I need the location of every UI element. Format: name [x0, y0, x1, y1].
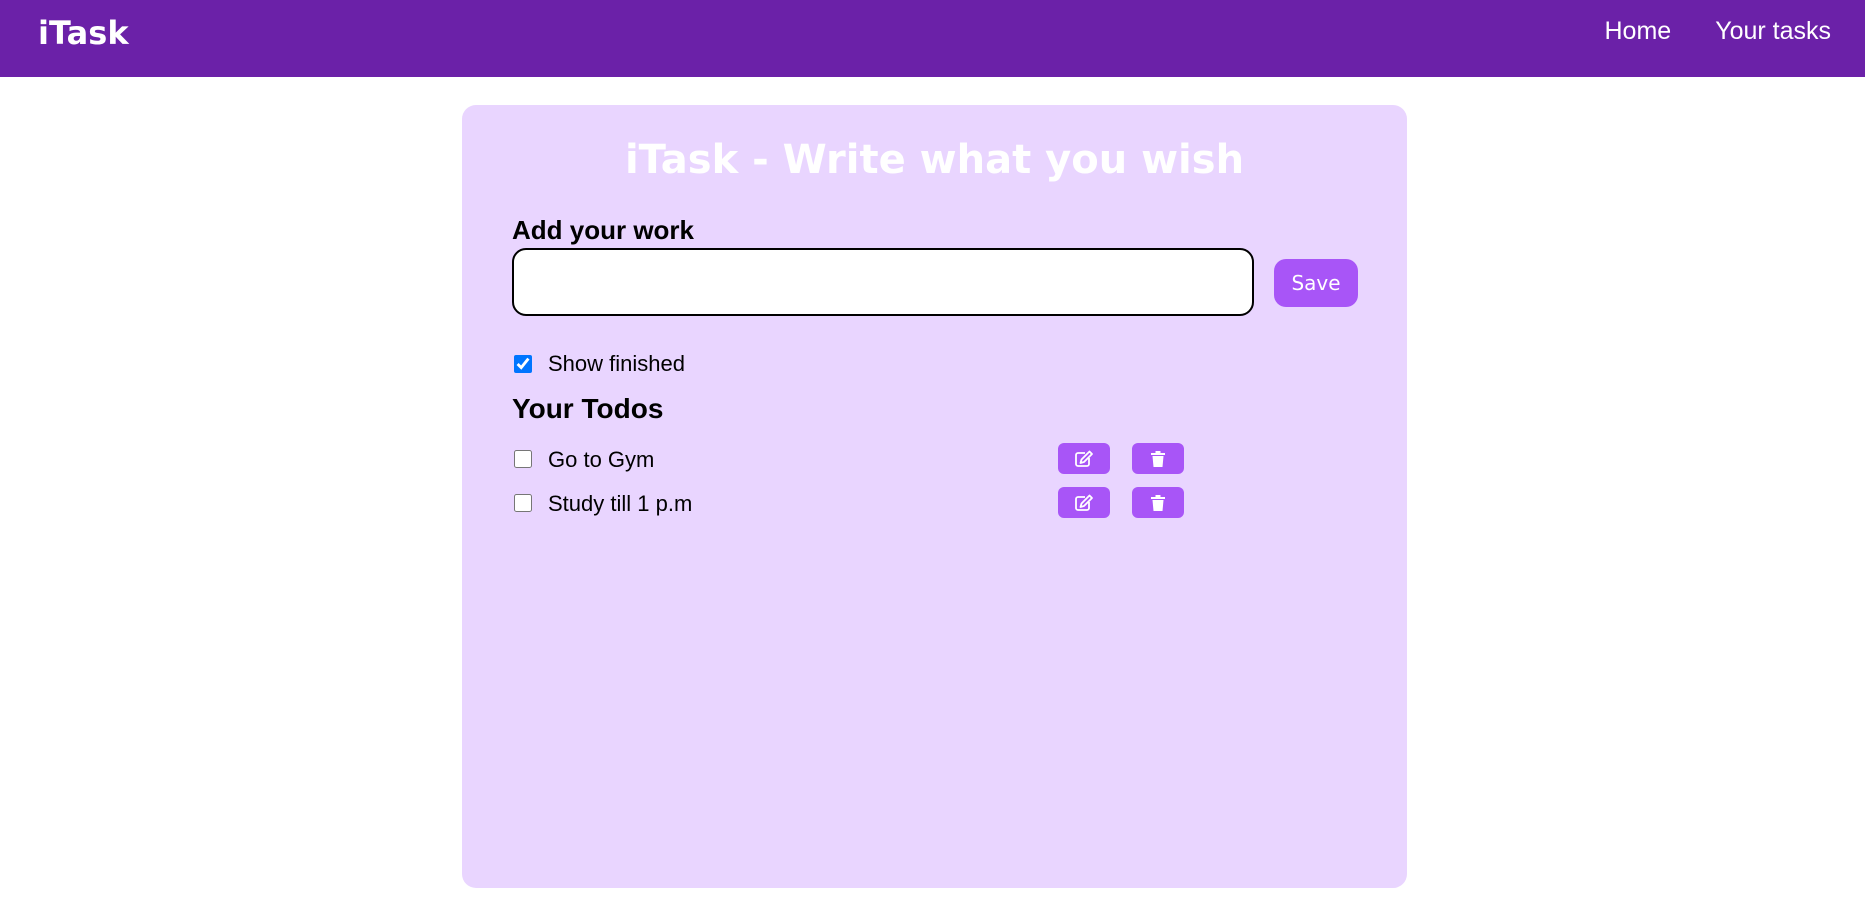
todos-heading: Your Todos — [512, 393, 664, 424]
todo-text: Go to Gym — [548, 447, 655, 472]
edit-button[interactable] — [1058, 487, 1110, 518]
show-finished-toggle: Show finished — [512, 351, 685, 377]
nav-link-your-tasks[interactable]: Your tasks — [1715, 17, 1831, 46]
show-finished-checkbox[interactable] — [514, 355, 532, 373]
todo-card: iTask - Write what you wish Add your wor… — [462, 105, 1407, 888]
brand-logo[interactable]: iTask — [38, 14, 129, 52]
delete-button[interactable] — [1132, 487, 1184, 518]
delete-button[interactable] — [1132, 443, 1184, 474]
todo-checkbox[interactable] — [514, 494, 532, 512]
nav-link-home[interactable]: Home — [1605, 17, 1672, 46]
todo-item: Go to Gym — [512, 443, 1192, 475]
edit-icon — [1075, 450, 1093, 467]
trash-icon — [1151, 450, 1165, 467]
save-button[interactable]: Save — [1274, 259, 1358, 307]
todo-checkbox[interactable] — [514, 450, 532, 468]
add-work-label: Add your work — [512, 215, 695, 245]
todo-text: Study till 1 p.m — [548, 491, 693, 516]
show-finished-label: Show finished — [548, 351, 685, 376]
trash-icon — [1151, 494, 1165, 511]
task-input[interactable] — [512, 248, 1254, 316]
card-title: iTask - Write what you wish — [624, 137, 1245, 183]
edit-button[interactable] — [1058, 443, 1110, 474]
navbar: iTask Home Your tasks — [0, 0, 1865, 77]
edit-icon — [1075, 494, 1093, 511]
nav-links: Home Your tasks — [1605, 17, 1832, 46]
todo-item: Study till 1 p.m — [512, 487, 1192, 519]
